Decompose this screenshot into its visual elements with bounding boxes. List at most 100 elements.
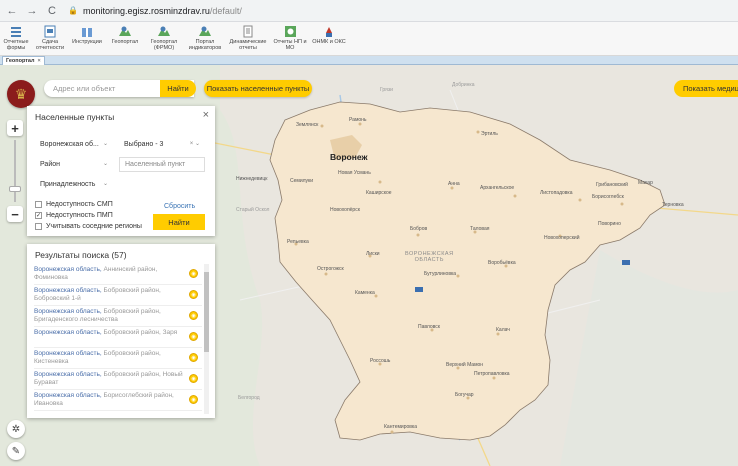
- map-label-town: Новохопёрск: [330, 207, 360, 213]
- list-item[interactable]: Воронежская область, Бобровский район, Б…: [34, 306, 202, 327]
- toolbar-label: Отчетные формы: [3, 39, 29, 51]
- settings-gear-button[interactable]: ✲: [7, 420, 25, 438]
- checkbox-smp[interactable]: Недоступность СМП: [35, 201, 113, 208]
- locate-pin-icon[interactable]: ◉: [189, 374, 198, 383]
- list-item[interactable]: Воронежская область, Борисоглебский райо…: [34, 390, 202, 411]
- toolbar-item-geoportal[interactable]: Геопортал: [106, 22, 144, 55]
- toolbar-item-submission[interactable]: Сдача отчетности: [32, 22, 68, 55]
- locate-pin-icon[interactable]: ◉: [189, 332, 198, 341]
- list-item[interactable]: Воронежская область, Бобровский район, Б…: [34, 285, 202, 306]
- selected-count-select[interactable]: Выбрано - 3 × ⌄: [119, 137, 205, 152]
- show-medical-button[interactable]: Показать медиц: [674, 80, 738, 97]
- map-label-town: Анна: [448, 181, 460, 187]
- close-icon[interactable]: ×: [203, 109, 209, 121]
- checkbox-box[interactable]: [35, 201, 42, 208]
- map-label-town: Воробьёвка: [488, 260, 516, 266]
- toolbar-item-onmk-oks[interactable]: ОНМК и ОКС: [311, 22, 347, 55]
- toolbar-item-report-forms[interactable]: Отчетные формы: [1, 22, 31, 55]
- result-region: Воронежская область,: [34, 350, 102, 357]
- map-label-town: Землянск: [296, 122, 319, 128]
- locate-pin-icon[interactable]: ◉: [189, 353, 198, 362]
- map-label-town: Рамонь: [349, 117, 367, 123]
- close-icon[interactable]: ×: [37, 58, 40, 64]
- toolbar-item-instructions[interactable]: Инструкции: [69, 22, 105, 55]
- checkbox-label: Учитывать соседние регионы: [46, 223, 142, 230]
- map-label-town: Поворино: [598, 221, 621, 227]
- chart-icon: [283, 25, 297, 38]
- checkbox-box[interactable]: [35, 223, 42, 230]
- map-label-town: Павловск: [418, 324, 440, 330]
- tab-label: Геопортал: [6, 58, 35, 64]
- search-find-button[interactable]: Найти: [160, 80, 196, 97]
- zoom-slider[interactable]: [9, 140, 21, 202]
- toolbar-label: Инструкции: [72, 39, 102, 45]
- district-select[interactable]: Район ⌄: [35, 157, 113, 172]
- map-label-town: Лиски: [366, 251, 380, 257]
- locate-pin-icon[interactable]: ◉: [189, 311, 198, 320]
- result-region: Воронежская область,: [34, 329, 102, 336]
- list-item[interactable]: Воронежская область, Бобровский район, З…: [34, 327, 202, 348]
- search-placeholder: Адрес или объект: [53, 84, 116, 93]
- toolbar-item-geoportal-frmo[interactable]: Геопортал (ФРМО): [145, 22, 183, 55]
- document-icon: [241, 25, 255, 38]
- tab-geoportal[interactable]: Геопортал ×: [2, 56, 45, 65]
- chevron-down-icon: ⌄: [102, 181, 108, 187]
- locate-pin-icon[interactable]: ◉: [189, 290, 198, 299]
- reload-icon[interactable]: C: [44, 3, 60, 19]
- back-icon[interactable]: ←: [4, 3, 20, 19]
- clear-chevron-icon[interactable]: × ⌄: [190, 140, 200, 147]
- checkbox-pmp[interactable]: ✓ Недоступность ПМП: [35, 212, 113, 219]
- map-label-town: Листопадовка: [540, 190, 573, 196]
- results-list[interactable]: Воронежская область, Аннинский район, Фо…: [34, 264, 202, 414]
- ruler-icon: ✎: [11, 445, 21, 457]
- list-item[interactable]: Воронежская область, Бобровский район, Н…: [34, 369, 202, 390]
- toolbar-item-dynamic-reports[interactable]: Динамические отчеты: [227, 22, 269, 55]
- list-item[interactable]: Воронежская область, Аннинский район, Фо…: [34, 264, 202, 285]
- map-label-town: Бобров: [410, 226, 428, 232]
- filter-find-button[interactable]: Найти: [153, 214, 205, 230]
- map-label-town: Архангельское: [480, 185, 515, 191]
- district-select-value: Район: [40, 161, 60, 168]
- region-label-line2: ОБЛАСТЬ: [414, 257, 444, 263]
- url-host: monitoring.egisz.rosminzdrav.ru: [82, 5, 210, 16]
- map-label-town: Богучар: [455, 392, 474, 398]
- toolbar-label: ОНМК и ОКС: [312, 39, 346, 45]
- toolbar-item-np-mo-reports[interactable]: Отчеты НП и МО: [270, 22, 310, 55]
- zoom-control: + −: [7, 120, 23, 222]
- checkbox-box-checked[interactable]: ✓: [35, 212, 42, 219]
- scrollbar-thumb[interactable]: [204, 272, 209, 352]
- affiliation-select[interactable]: Принадлежность ⌄: [35, 177, 113, 192]
- list-item[interactable]: Воронежская область, Бобровский район, К…: [34, 348, 202, 369]
- checkbox-label: Недоступность ПМП: [46, 212, 113, 219]
- locate-pin-icon[interactable]: ◉: [189, 395, 198, 404]
- locate-pin-icon[interactable]: ◉: [189, 269, 198, 278]
- panel-title: Населенные пункты: [35, 112, 115, 122]
- coat-of-arms-logo: ♛: [7, 80, 35, 108]
- map-label-outside: Старый Оскол: [236, 207, 270, 213]
- settlement-input[interactable]: Населенный пункт: [119, 157, 205, 172]
- toolbar-item-indicators-portal[interactable]: Портал индикаторов: [184, 22, 226, 55]
- map-icon: [157, 25, 171, 38]
- map-label-town: Острогожск: [317, 266, 344, 272]
- toolbar-label: Динамические отчеты: [229, 39, 267, 51]
- zoom-in-button[interactable]: +: [7, 120, 23, 136]
- result-region: Воронежская область,: [34, 392, 102, 399]
- zoom-out-button[interactable]: −: [7, 206, 23, 222]
- map-label-town: Семилуки: [290, 178, 314, 184]
- chevron-down-icon: ⌄: [102, 141, 108, 147]
- checkbox-neighbor-regions[interactable]: Учитывать соседние регионы: [35, 223, 142, 230]
- results-title: Результаты поиска (57): [35, 250, 127, 260]
- address-bar[interactable]: 🔒 monitoring.egisz.rosminzdrav.ru/defaul…: [68, 3, 730, 19]
- forward-icon[interactable]: →: [24, 3, 40, 19]
- zoom-slider-thumb[interactable]: [9, 186, 21, 192]
- selected-count-value: Выбрано - 3: [124, 141, 164, 148]
- map-label-town: Новохоперский: [544, 235, 580, 241]
- map-label-town: Макар: [638, 180, 653, 186]
- show-settlements-button[interactable]: Показать населенные пункты: [204, 80, 312, 97]
- ruler-button[interactable]: ✎: [7, 442, 25, 460]
- settlements-filter-panel: Населенные пункты × Воронежская об... ⌄ …: [27, 106, 215, 236]
- reset-link[interactable]: Сбросить: [164, 203, 195, 210]
- app-toolbar: Отчетные формы Сдача отчетности Инструкц…: [0, 22, 738, 56]
- region-select[interactable]: Воронежская об... ⌄: [35, 137, 113, 152]
- results-scrollbar[interactable]: [204, 264, 209, 414]
